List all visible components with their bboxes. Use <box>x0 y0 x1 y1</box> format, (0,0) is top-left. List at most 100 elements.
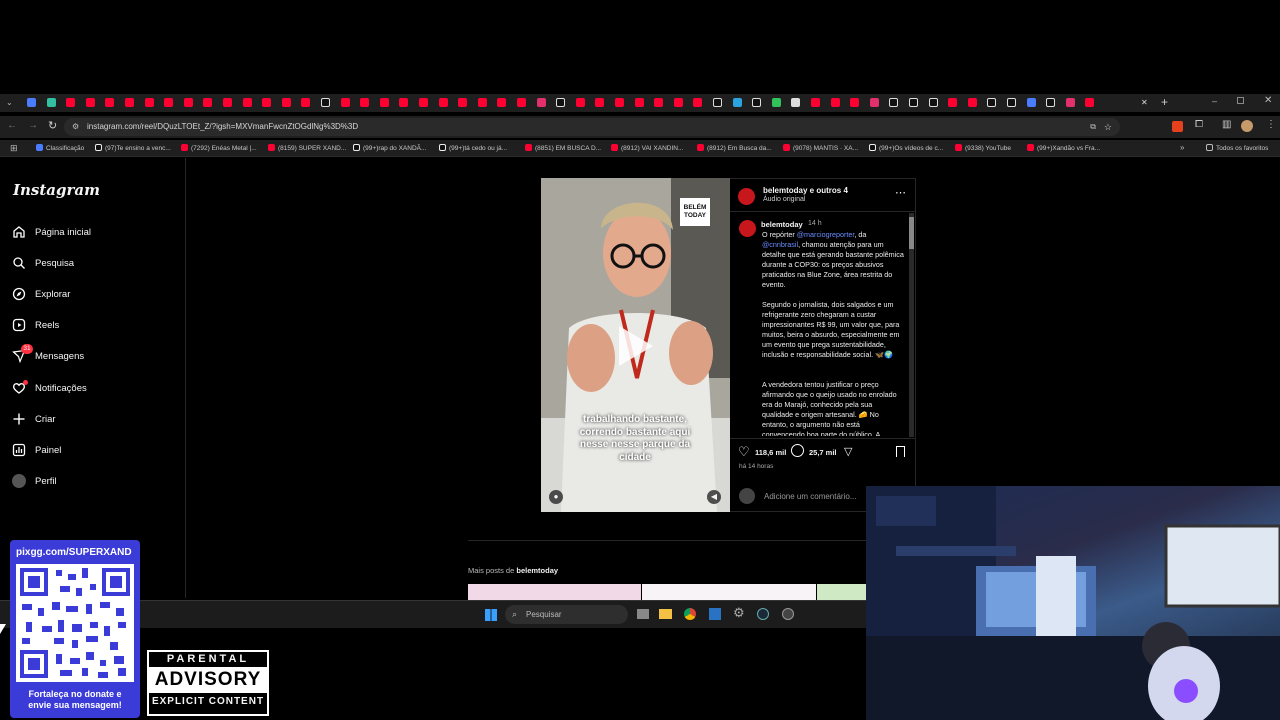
browser-tab[interactable] <box>850 98 860 107</box>
mention-link[interactable]: @cnnbrasil <box>762 240 798 249</box>
bookmark-item[interactable]: (9338) YouTube <box>955 144 1011 152</box>
browser-tab[interactable] <box>399 98 409 107</box>
browser-tab[interactable] <box>693 98 703 107</box>
nav-dashboard[interactable]: Painel <box>12 440 61 460</box>
browser-tab[interactable] <box>105 98 115 107</box>
browser-tab[interactable] <box>830 98 840 107</box>
browser-tab[interactable] <box>654 98 664 107</box>
bookmark-item[interactable]: (8159) SUPER XAND... <box>268 144 346 152</box>
caption-author-avatar[interactable] <box>739 220 756 237</box>
share-icon[interactable]: ▽ <box>844 445 852 458</box>
browser-tab[interactable] <box>85 98 95 107</box>
browser-tab[interactable] <box>66 98 76 107</box>
comment-icon[interactable] <box>791 444 804 457</box>
browser-tab[interactable] <box>203 98 213 107</box>
browser-tab[interactable] <box>1007 98 1016 107</box>
browser-tab[interactable] <box>497 98 507 107</box>
reload-icon[interactable]: ↻ <box>48 119 57 132</box>
browser-tab[interactable] <box>1046 98 1056 107</box>
bookmark-item[interactable]: (99+)Xandão vs Fra... <box>1027 144 1100 152</box>
nav-explore[interactable]: Explorar <box>12 284 70 304</box>
browser-tab[interactable] <box>536 98 546 107</box>
file-explorer-icon[interactable] <box>659 609 672 619</box>
browser-tab[interactable] <box>634 98 644 107</box>
back-icon[interactable]: ← <box>7 120 17 131</box>
browser-tab[interactable] <box>438 98 448 107</box>
nav-create[interactable]: Criar <box>12 409 56 429</box>
chrome-icon[interactable] <box>684 608 696 620</box>
browser-tab[interactable] <box>556 98 566 107</box>
browser-tab[interactable] <box>928 98 938 107</box>
browser-tab[interactable] <box>1085 98 1095 107</box>
browser-tab[interactable] <box>1065 98 1075 107</box>
browser-tab[interactable] <box>948 98 958 107</box>
steam-icon[interactable] <box>757 608 769 620</box>
browser-tab[interactable] <box>360 98 370 107</box>
scrollbar-thumb[interactable] <box>909 217 914 249</box>
nav-messages[interactable]: Mensagens 31 <box>12 344 84 366</box>
mute-icon[interactable]: ◀ <box>707 490 721 504</box>
browser-tab[interactable] <box>144 98 154 107</box>
browser-tab[interactable] <box>164 98 174 107</box>
bookmark-item[interactable]: (7292) Enéas Metal |... <box>181 144 257 152</box>
nav-notifications[interactable]: Notificações <box>12 378 87 398</box>
browser-tab[interactable] <box>909 98 918 107</box>
windows-start-icon[interactable] <box>485 609 497 621</box>
profile-avatar[interactable] <box>1241 120 1253 132</box>
play-icon[interactable] <box>619 326 653 366</box>
browser-tab[interactable] <box>301 98 311 107</box>
close-window-icon[interactable]: ✕ <box>1264 95 1272 106</box>
browser-tab[interactable] <box>752 98 762 107</box>
browser-tab[interactable] <box>281 98 291 107</box>
browser-tab[interactable] <box>713 98 722 107</box>
tab-search-icon[interactable]: ⌄ <box>6 98 15 107</box>
bookmark-star-icon[interactable]: ☆ <box>1104 118 1112 136</box>
taskbar-search[interactable]: ⌕ Pesquisar <box>505 605 628 624</box>
more-bookmarks-icon[interactable]: » <box>1180 143 1184 152</box>
instagram-logo[interactable]: Instagram <box>13 181 100 199</box>
maximize-icon[interactable] <box>1237 97 1244 104</box>
more-post-thumb[interactable] <box>468 584 641 600</box>
browser-tab[interactable] <box>46 98 56 107</box>
bookmark-item[interactable]: (99+)rap do XANDÃ... <box>353 144 426 152</box>
browser-tab[interactable] <box>673 98 683 107</box>
likes-count[interactable]: 118,6 mil <box>755 448 786 457</box>
caption-author[interactable]: belemtoday <box>761 220 803 229</box>
post-audio[interactable]: Áudio original <box>763 196 805 203</box>
task-view-icon[interactable] <box>637 609 649 619</box>
active-tab-close-icon[interactable]: ✕ <box>1141 98 1150 107</box>
tagged-user-icon[interactable]: ● <box>549 490 563 504</box>
extension-icon[interactable] <box>1172 121 1183 132</box>
nav-reels[interactable]: Reels <box>12 315 59 335</box>
bookmark-item[interactable]: (8912) VAI XANDIN... <box>611 144 683 152</box>
sidepanel-icon[interactable]: ▥ <box>1222 119 1231 130</box>
browser-tab[interactable] <box>27 98 36 107</box>
browser-tab[interactable] <box>517 98 526 107</box>
browser-tab[interactable] <box>458 98 468 107</box>
bookmark-item[interactable]: (99+)tá cedo ou já... <box>439 144 507 152</box>
browser-tab[interactable] <box>419 98 428 107</box>
install-icon[interactable]: ⧉ <box>1090 118 1096 136</box>
browser-tab[interactable] <box>262 98 272 107</box>
browser-tab[interactable] <box>379 98 389 107</box>
browser-tab[interactable] <box>321 98 330 107</box>
app-icon[interactable] <box>709 608 721 620</box>
bookmark-item[interactable]: (8851) EM BUSCA D... <box>525 144 601 152</box>
new-tab-icon[interactable]: + <box>1161 95 1168 109</box>
browser-tab[interactable] <box>242 98 252 107</box>
browser-tab[interactable] <box>125 98 134 107</box>
nav-profile[interactable]: Perfil <box>12 471 57 491</box>
browser-tab[interactable] <box>340 98 350 107</box>
bookmark-item[interactable]: (8912) Em Busca da... <box>697 144 772 152</box>
all-bookmarks-folder[interactable]: Todos os favoritos <box>1206 144 1268 152</box>
comment-input[interactable]: Adicione um comentário... <box>764 492 857 501</box>
save-icon[interactable] <box>896 446 905 457</box>
menu-kebab-icon[interactable]: ⋮ <box>1266 119 1276 130</box>
bookmark-item[interactable]: (9078) MANTIS · XA... <box>783 144 858 152</box>
bookmark-item[interactable]: (97)Te ensino a venc... <box>95 144 171 152</box>
like-icon[interactable]: ♡ <box>738 444 750 460</box>
reel-video[interactable]: BELÉM TODAY trabalhando bastante, corren… <box>541 178 730 512</box>
app-icon[interactable] <box>782 608 794 620</box>
browser-tab[interactable] <box>595 98 605 107</box>
browser-tab[interactable] <box>183 98 193 107</box>
